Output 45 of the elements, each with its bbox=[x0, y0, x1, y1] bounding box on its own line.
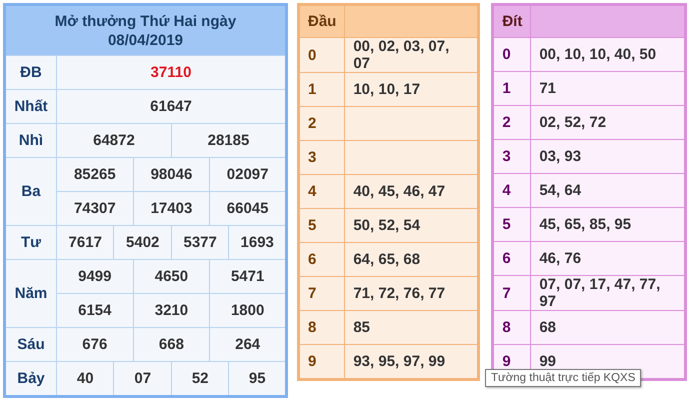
prize-number: 64872 bbox=[56, 124, 172, 158]
prize-number: 4650 bbox=[133, 260, 210, 294]
prize-number: 17403 bbox=[133, 192, 210, 226]
prize-label: Tư bbox=[4, 226, 56, 260]
digit-cell: 8 bbox=[492, 310, 531, 344]
digit-cell: 4 bbox=[298, 174, 345, 208]
prize-label: Ba bbox=[4, 158, 56, 226]
numbers-cell: 00, 02, 03, 07, 07 bbox=[344, 38, 479, 72]
digit-cell: 1 bbox=[492, 72, 531, 106]
digit-cell: 5 bbox=[298, 208, 345, 242]
digit-cell: 0 bbox=[298, 38, 345, 72]
digit-cell: 1 bbox=[298, 72, 345, 106]
digit-cell: 8 bbox=[298, 310, 345, 344]
tooltip: Tường thuật trực tiếp KQXS bbox=[485, 369, 642, 387]
digit-cell: 7 bbox=[492, 276, 531, 310]
numbers-cell: 07, 07, 17, 47, 77, 97 bbox=[530, 276, 686, 310]
digit-cell: 4 bbox=[492, 174, 531, 208]
results-title: Mở thưởng Thứ Hai ngày 08/04/2019 bbox=[4, 4, 286, 56]
prize-number: 7617 bbox=[56, 226, 114, 260]
prize-number: 6154 bbox=[56, 294, 134, 328]
prize-number: 9499 bbox=[56, 260, 134, 294]
digit-cell: 6 bbox=[298, 242, 345, 276]
digit-cell: 2 bbox=[492, 106, 531, 140]
prize-number: 98046 bbox=[133, 158, 210, 192]
digit-cell: 0 bbox=[492, 38, 531, 72]
prize-label: Sáu bbox=[4, 328, 56, 362]
prize-label: Nhất bbox=[4, 90, 56, 124]
column-header: Đầu bbox=[298, 4, 345, 38]
prize-number: 5377 bbox=[171, 226, 229, 260]
prize-number: 3210 bbox=[133, 294, 210, 328]
column-header: Đít bbox=[492, 4, 531, 38]
prize-number: 5402 bbox=[114, 226, 172, 260]
digit-cell: 3 bbox=[298, 140, 345, 174]
digit-cell: 3 bbox=[492, 140, 531, 174]
prize-label: Nhì bbox=[4, 124, 56, 158]
prize-number: 85265 bbox=[56, 158, 134, 192]
digit-cell: 7 bbox=[298, 276, 345, 310]
prize-label: Năm bbox=[4, 260, 56, 328]
digit-cell: 6 bbox=[492, 242, 531, 276]
prize-number: 676 bbox=[56, 328, 134, 362]
prize-label: ĐB bbox=[4, 56, 56, 90]
prize-number: 668 bbox=[133, 328, 210, 362]
prize-number: 74307 bbox=[56, 192, 134, 226]
digit-cell: 5 bbox=[492, 208, 531, 242]
digit-cell: 2 bbox=[298, 106, 345, 140]
